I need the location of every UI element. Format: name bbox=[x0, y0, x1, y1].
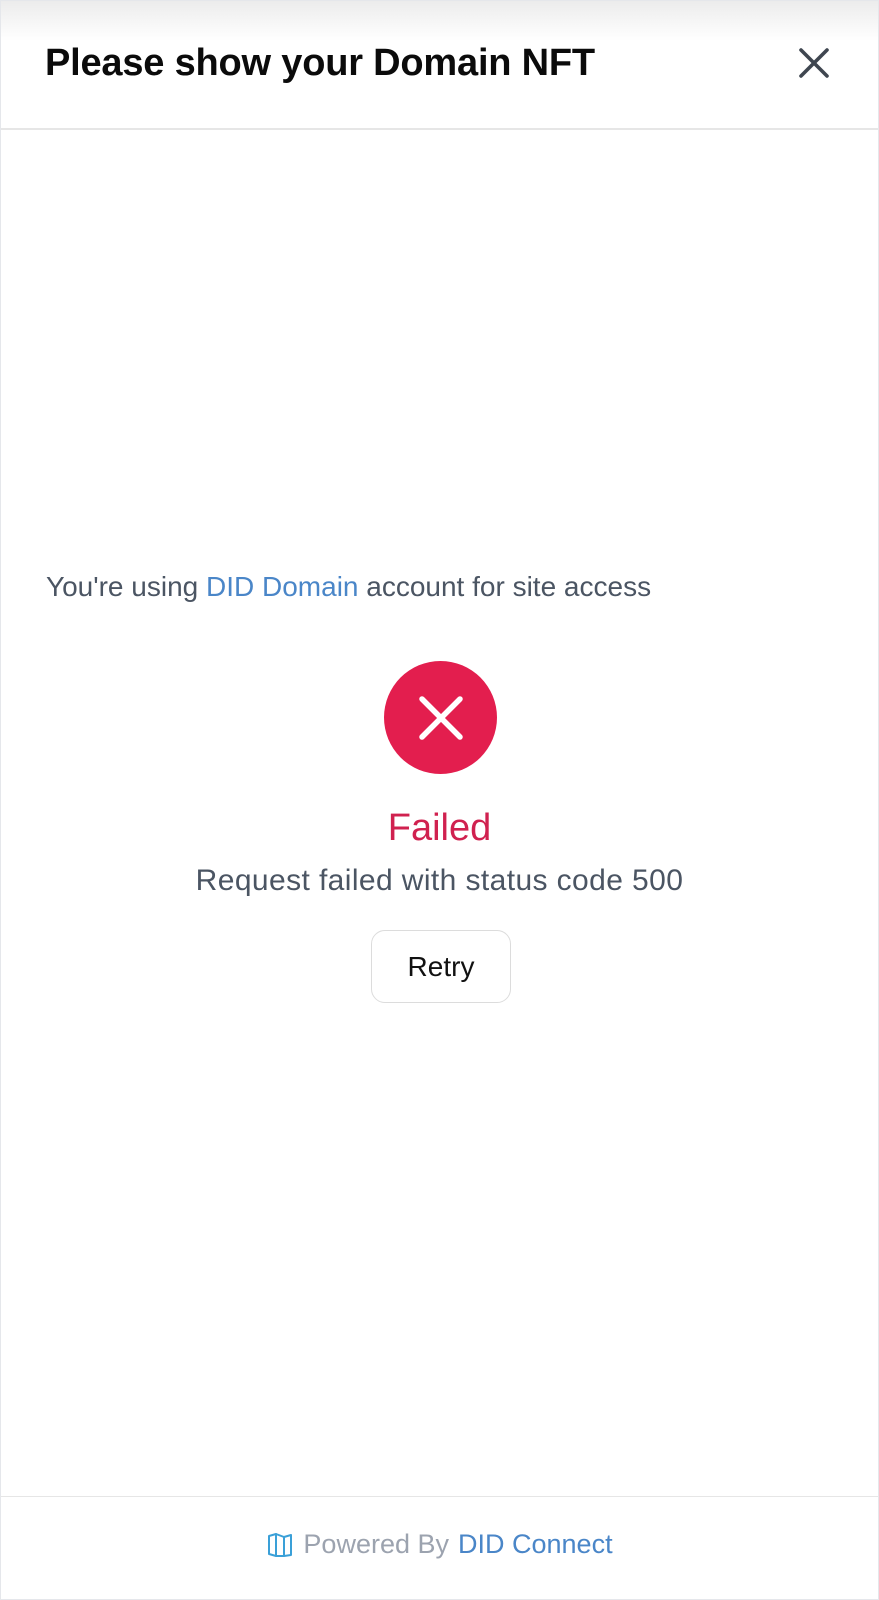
did-connect-logo-icon bbox=[268, 1532, 293, 1557]
account-suffix: account for site access bbox=[358, 571, 652, 602]
account-prefix: You're using bbox=[46, 571, 206, 602]
status-title: Failed bbox=[387, 807, 492, 849]
dialog-header: Please show your Domain NFT bbox=[1, 1, 878, 130]
connect-dialog: Please show your Domain NFT You're using… bbox=[0, 0, 879, 1600]
dialog-title: Please show your Domain NFT bbox=[45, 42, 595, 84]
retry-button[interactable]: Retry bbox=[371, 930, 511, 1003]
status-message: Request failed with status code 500 bbox=[195, 864, 684, 897]
powered-by-label: Powered By bbox=[303, 1529, 449, 1559]
close-button[interactable] bbox=[796, 45, 832, 81]
close-icon bbox=[799, 48, 829, 78]
did-domain-link[interactable]: DID Domain bbox=[206, 571, 358, 602]
dialog-footer: Powered By DID Connect bbox=[1, 1496, 878, 1599]
did-connect-link[interactable]: DID Connect bbox=[458, 1529, 613, 1560]
powered-by: Powered By DID Connect bbox=[1, 1529, 878, 1560]
account-info: You're using DID Domain account for site… bbox=[46, 571, 651, 603]
error-x-icon bbox=[384, 661, 497, 774]
